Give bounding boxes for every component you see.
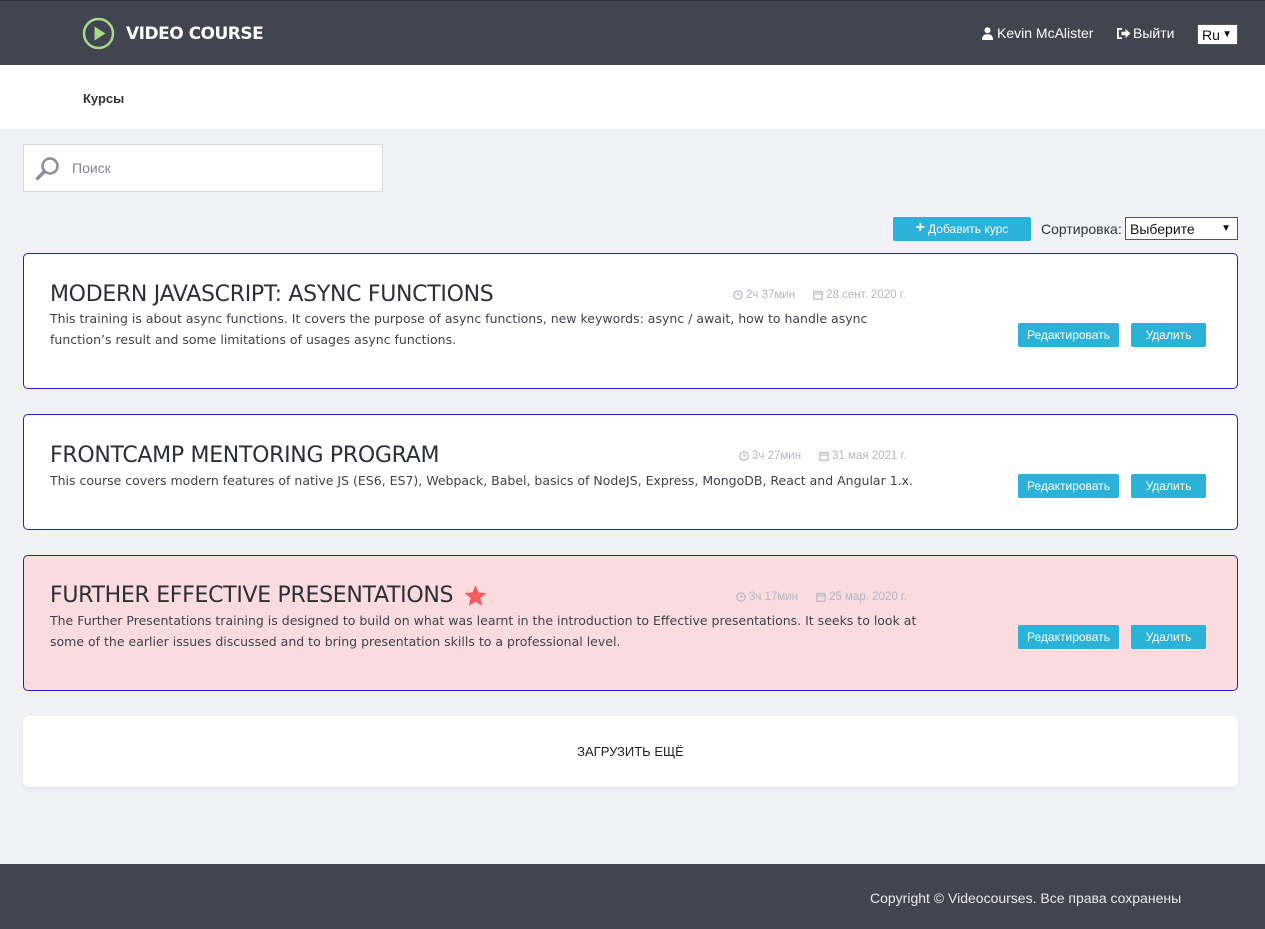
edit-button[interactable]: Редактировать [1018, 474, 1119, 498]
course-title-text: MODERN JAVASCRIPT: ASYNC FUNCTIONS [50, 282, 494, 307]
course-date: 25 мар. 2020 г. [829, 591, 907, 603]
course-title: MODERN JAVASCRIPT: ASYNC FUNCTIONS [50, 282, 494, 307]
course-card: MODERN JAVASCRIPT: ASYNC FUNCTIONS 2ч 37… [23, 253, 1238, 389]
search-box [23, 144, 383, 192]
language-value: Ru [1202, 26, 1220, 43]
sort-value: Выберите [1130, 220, 1195, 237]
load-more-button[interactable]: ЗАГРУЗИТЬ ЕЩЁ [23, 716, 1238, 787]
breadcrumb-bar: Курсы [0, 65, 1265, 129]
course-date-wrap: 25 мар. 2020 г. [816, 591, 907, 603]
course-date: 31 мая 2021 г. [832, 450, 907, 462]
clock-icon [733, 290, 743, 300]
top-header: VIDEO COURSE Kevin McAlister Выйти Ru ▼ [0, 0, 1265, 65]
user-name: Kevin McAlister [997, 25, 1094, 41]
delete-button[interactable]: Удалить [1131, 323, 1206, 347]
user-profile[interactable]: Kevin McAlister [982, 25, 1093, 41]
logout-label: Выйти [1133, 25, 1175, 41]
course-date: 28 сент. 2020 г. [826, 289, 906, 301]
delete-button[interactable]: Удалить [1131, 625, 1206, 649]
edit-button[interactable]: Редактировать [1018, 323, 1119, 347]
search-icon [35, 156, 59, 180]
calendar-icon [813, 290, 823, 300]
star-icon[interactable] [463, 584, 488, 608]
course-duration: 3ч 17мин [749, 591, 799, 603]
play-circle-icon [82, 17, 115, 50]
course-title: FURTHER EFFECTIVE PRESENTATIONS [50, 583, 488, 608]
plus-icon: + [915, 219, 926, 236]
footer: Copyright © Videocourses. Все права сохр… [0, 864, 1265, 929]
course-meta: 2ч 37мин 28 сент. 2020 г. [733, 289, 906, 301]
edit-button[interactable]: Редактировать [1018, 625, 1119, 649]
course-title-text: FURTHER EFFECTIVE PRESENTATIONS [50, 583, 454, 608]
copyright-text: Copyright © Videocourses. Все права сохр… [870, 890, 1182, 906]
course-card: FRONTCAMP MENTORING PROGRAM 3ч 27мин 31 … [23, 414, 1238, 530]
course-title: FRONTCAMP MENTORING PROGRAM [50, 443, 439, 468]
logout-icon [1117, 27, 1131, 39]
logo[interactable]: VIDEO COURSE [82, 17, 264, 50]
chevron-down-icon: ▼ [1222, 29, 1232, 40]
add-course-label: Добавить курс [928, 222, 1009, 236]
course-duration: 2ч 37мин [746, 289, 796, 301]
course-title-text: FRONTCAMP MENTORING PROGRAM [50, 443, 440, 468]
course-meta: 3ч 17мин 25 мар. 2020 г. [736, 591, 907, 603]
course-card-starred: FURTHER EFFECTIVE PRESENTATIONS 3ч 17мин… [23, 555, 1238, 691]
language-select[interactable]: Ru ▼ [1197, 24, 1238, 45]
search-input[interactable] [72, 160, 352, 176]
course-description: This course covers modern features of na… [50, 473, 914, 488]
calendar-icon [816, 592, 826, 602]
delete-button[interactable]: Удалить [1131, 474, 1206, 498]
course-description: The Further Presentations training is de… [50, 613, 917, 649]
breadcrumb: Курсы [83, 91, 125, 106]
clock-icon [736, 592, 746, 602]
add-course-button[interactable]: + Добавить курс [893, 217, 1031, 241]
calendar-icon [819, 451, 829, 461]
chevron-down-icon: ▼ [1221, 223, 1231, 234]
course-date-wrap: 31 мая 2021 г. [819, 450, 907, 462]
sort-select[interactable]: Выберите ▼ [1125, 217, 1238, 240]
logout-link[interactable]: Выйти [1116, 25, 1174, 41]
sort-label: Сортировка: [1041, 221, 1122, 237]
clock-icon [739, 451, 749, 461]
course-meta: 3ч 27мин 31 мая 2021 г. [739, 450, 907, 462]
logo-text: VIDEO COURSE [126, 23, 264, 44]
course-duration: 3ч 27мин [752, 450, 802, 462]
course-description: This training is about async functions. … [50, 311, 868, 347]
course-date-wrap: 28 сент. 2020 г. [813, 289, 906, 301]
user-icon [982, 26, 993, 40]
